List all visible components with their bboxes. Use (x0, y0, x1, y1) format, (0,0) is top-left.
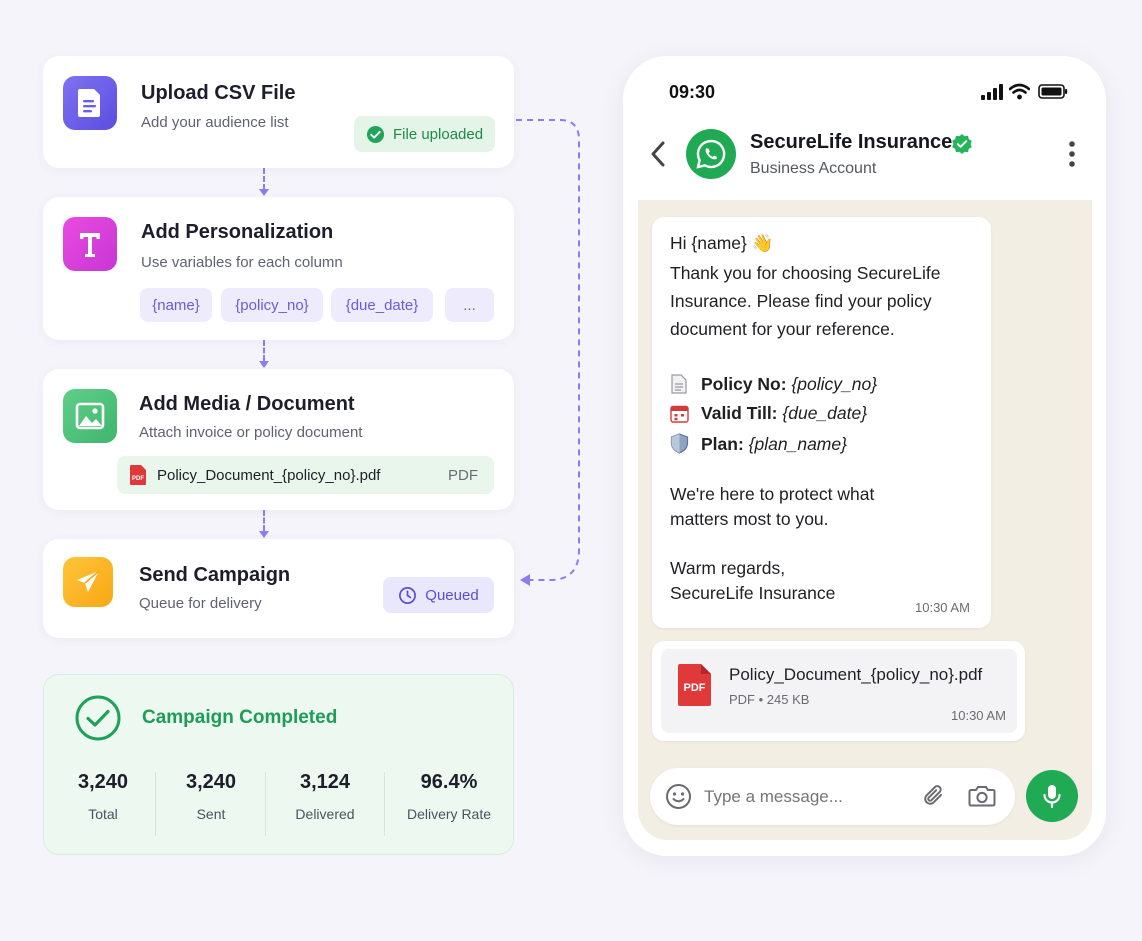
attachment-meta: PDF • 245 KB (729, 692, 810, 707)
personalization-step-card[interactable]: Add Personalization Use variables for ea… (43, 197, 514, 340)
detail-policy-no-label: Policy No: (701, 374, 787, 394)
image-icon (63, 389, 117, 443)
check-circle-icon (366, 125, 385, 143)
attachment-timestamp: 10:30 AM (951, 708, 1006, 723)
send-icon (63, 557, 113, 607)
stat-rate-label: Delivery Rate (406, 806, 492, 822)
upload-subtitle: Add your audience list (141, 114, 289, 131)
queued-label: Queued (425, 586, 479, 604)
contact-subtitle: Business Account (750, 160, 877, 177)
whatsapp-icon (696, 139, 726, 169)
battery-icon (1038, 84, 1068, 99)
detail-valid-till-value: {due_date} (782, 403, 868, 423)
back-arrow-icon[interactable] (649, 140, 667, 168)
file-uploaded-label: File uploaded (393, 125, 484, 143)
svg-text:PDF: PDF (132, 476, 144, 482)
attached-file-type: PDF (448, 466, 478, 484)
attached-file-name: Policy_Document_{policy_no}.pdf (157, 466, 381, 484)
stat-delivered-value: 3,124 (299, 771, 351, 793)
microphone-icon (1043, 785, 1061, 809)
attachment-file-name: Policy_Document_{policy_no}.pdf (729, 665, 983, 684)
file-uploaded-badge: File uploaded (354, 116, 496, 152)
detail-valid-till: Valid Till: {due_date} (701, 403, 867, 424)
loop-connector (516, 119, 580, 586)
media-step-card[interactable]: Add Media / Document Attach invoice or p… (43, 369, 514, 510)
message-signoff-line-1: Warm regards, (670, 558, 786, 578)
stat-sent-value: 3,240 (185, 771, 237, 793)
stat-rate-value: 96.4% (420, 771, 478, 793)
detail-plan-value: {plan_name} (748, 434, 847, 454)
camera-icon[interactable] (968, 783, 996, 809)
connector-arrow-3 (259, 531, 269, 538)
detail-policy-no-value: {policy_no} (791, 374, 878, 394)
attached-file-row[interactable]: PDF Policy_Document_{policy_no}.pdf PDF (117, 456, 494, 494)
file-icon (63, 76, 117, 130)
paperclip-icon[interactable] (920, 782, 948, 810)
shield-icon (670, 433, 689, 454)
connector-arrow-2 (259, 361, 269, 368)
media-subtitle: Attach invoice or policy document (139, 424, 363, 441)
connector-3 (263, 510, 265, 531)
message-timestamp: 10:30 AM (915, 600, 970, 615)
voice-record-button[interactable] (1026, 770, 1078, 822)
send-subtitle: Queue for delivery (139, 595, 262, 612)
detail-policy-no: Policy No: {policy_no} (701, 374, 877, 395)
more-variables-chip[interactable]: ... (445, 288, 494, 322)
pdf-badge-label: PDF (683, 682, 706, 694)
clock-icon (399, 586, 417, 604)
calendar-icon (670, 405, 689, 423)
upload-title: Upload CSV File (141, 82, 296, 104)
media-title: Add Media / Document (139, 393, 355, 415)
personalization-title: Add Personalization (141, 221, 334, 243)
detail-plan-label: Plan: (701, 434, 744, 454)
variable-chip-name[interactable]: {name} (140, 288, 212, 322)
queued-badge: Queued (383, 577, 494, 613)
stat-sent-label: Sent (196, 806, 226, 822)
stat-total-label: Total (88, 806, 118, 822)
detail-plan: Plan: {plan_name} (701, 434, 847, 455)
contact-avatar[interactable] (686, 129, 736, 179)
message-body-line-3: document for your reference. (670, 319, 895, 339)
connector-2 (263, 340, 265, 361)
check-circle-outline-icon (75, 695, 121, 741)
stat-total-value: 3,240 (77, 771, 129, 793)
message-body-line-1: Thank you for choosing SecureLife (670, 263, 941, 283)
status-time: 09:30 (669, 82, 716, 102)
message-input[interactable] (704, 784, 904, 810)
more-options-icon[interactable] (1066, 140, 1078, 168)
contact-name: SecureLife Insurance (750, 131, 953, 153)
send-step-card[interactable]: Send Campaign Queue for delivery Queued (43, 539, 514, 638)
variable-chip-policy-no[interactable]: {policy_no} (221, 288, 323, 322)
verified-badge-icon (952, 134, 972, 154)
stat-divider (384, 772, 385, 836)
message-signoff-line-2: SecureLife Insurance (670, 583, 836, 603)
connector-arrow-1 (259, 189, 269, 196)
send-title: Send Campaign (139, 564, 291, 586)
pdf-badge-icon: PDF (677, 663, 712, 707)
text-icon (63, 217, 117, 271)
upload-step-card[interactable]: Upload CSV File Add your audience list F… (43, 56, 514, 168)
stat-delivered-label: Delivered (295, 806, 355, 822)
emoji-icon[interactable] (665, 783, 692, 810)
message-closing-line-1: We're here to protect what (670, 484, 875, 504)
pdf-file-icon: PDF (130, 465, 146, 485)
campaign-completed-title: Campaign Completed (142, 707, 338, 728)
stat-divider (265, 772, 266, 836)
message-body-line-2: Insurance. Please find your policy (670, 291, 932, 311)
signal-icon (981, 84, 1003, 100)
wifi-icon (1009, 83, 1030, 100)
detail-valid-till-label: Valid Till: (701, 403, 778, 423)
variable-chip-due-date[interactable]: {due_date} (331, 288, 433, 322)
connector-1 (263, 168, 265, 190)
message-closing-line-2: matters most to you. (670, 509, 829, 529)
message-greeting: Hi {name} 👋 (670, 233, 774, 253)
document-icon (671, 374, 687, 394)
personalization-subtitle: Use variables for each column (141, 254, 343, 271)
